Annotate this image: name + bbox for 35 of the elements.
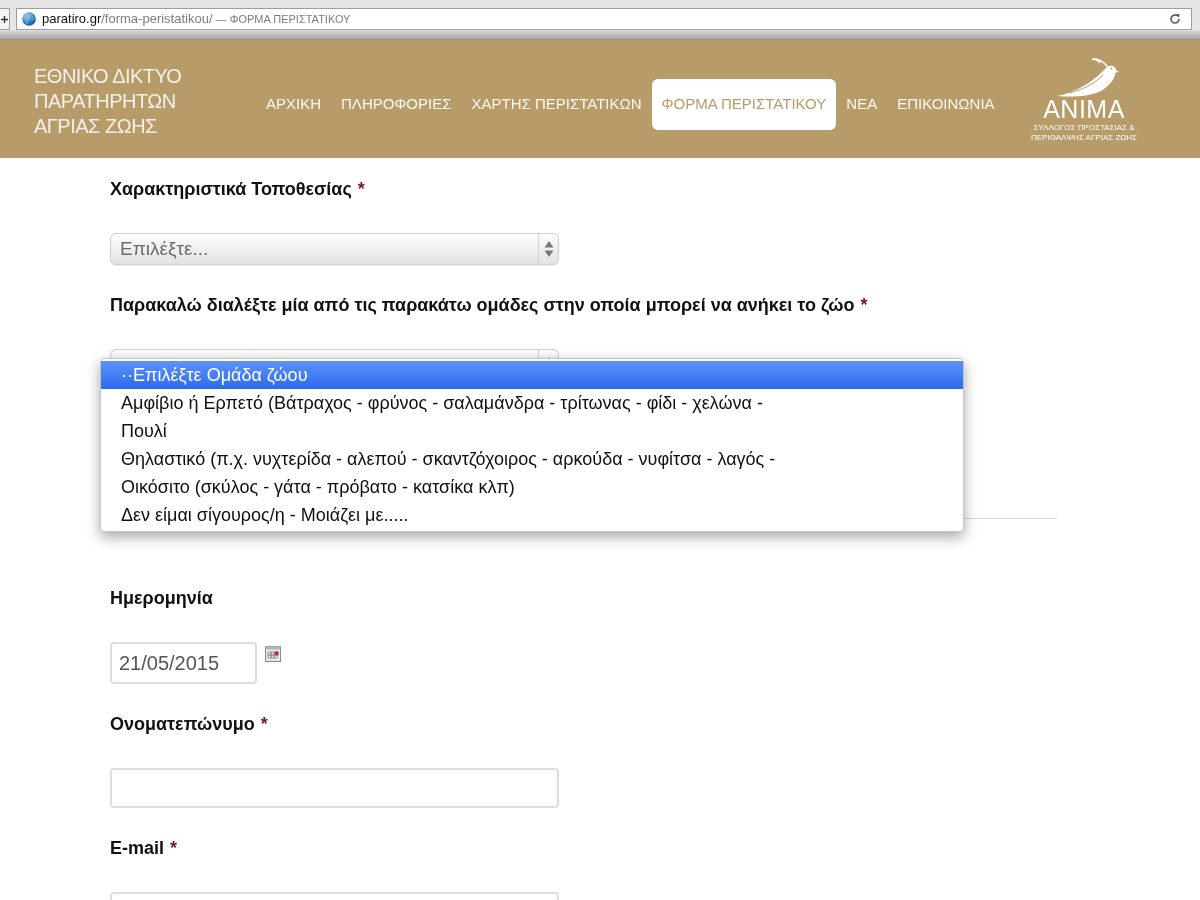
select-field[interactable]: Επιλέξτε... <box>110 233 559 265</box>
required-asterisk: * <box>260 713 268 736</box>
required-asterisk: * <box>170 837 178 860</box>
add-button[interactable] <box>0 8 10 30</box>
nav-link[interactable]: ΑΡΧΙΚΗ <box>256 78 332 130</box>
nav-link[interactable]: ΠΛΗΡΟΦΟΡΙΕΣ <box>331 78 462 130</box>
select-value: Επιλέξτε... <box>120 236 209 261</box>
stepper-arrows-icon <box>543 240 554 258</box>
nav-link[interactable]: ΧΑΡΤΗΣ ΠΕΡΙΣΤΑΤΙΚΩΝ <box>461 78 652 130</box>
required-asterisk: * <box>860 294 868 317</box>
logo-tagline: ΣΥΛΛΟΓΟΣ ΠΡΟΣΤΑΣΙΑΣ & ΠΕΡΙΘΑΛΨΗΣ ΑΓΡΙΑΣ ΖΩΗΣ <box>1031 123 1137 143</box>
dropdown-option[interactable]: Αμφίβιο ή Ερπετό (Βάτραχος - φρύνος - σαλαμάνδρα - τρίτωνας - φίδι - χελώνα - <box>101 389 963 417</box>
dropdown-option[interactable]: Οικόσιτο (σκύλος - γάτα - πρόβατο - κατσίκα κλπ) <box>101 473 963 501</box>
calendar-icon[interactable] <box>265 646 281 662</box>
logo-wordmark: ANIMA <box>1043 98 1125 120</box>
required-asterisk: * <box>357 178 365 201</box>
field-label: Χαρακτηριστικά Τοποθεσίας <box>110 178 352 201</box>
dropdown-option[interactable]: Θηλαστικό (π.χ. νυχτερίδα - αλεπού - σκαντζόχοιρος - αρκούδα - νυφίτσα - λαγός - <box>101 445 963 473</box>
nav-link[interactable]: ΕΠΙΚΟΙΝΩΝΙΑ <box>887 78 1005 130</box>
dropdown-option[interactable]: Δεν είμαι σίγουρος/η - Μοιάζει με..... <box>101 501 963 529</box>
url-text: paratiro.gr/forma-peristatikou/ — ΦΟΡΜΑ ΠΕΡΙΣΤΑΤΙΚΟΥ <box>42 10 351 29</box>
field-label: Ονοματεπώνυμο <box>110 713 255 736</box>
nav-link[interactable]: ΝΕΑ <box>836 78 888 130</box>
date-field[interactable]: 21/05/2015 <box>110 642 257 684</box>
nav-link[interactable]: ΦΟΡΜΑ ΠΕΡΙΣΤΑΤΙΚΟΥ <box>651 78 837 130</box>
globe-icon <box>22 12 36 26</box>
reload-icon[interactable] <box>1169 13 1181 25</box>
dropdown-option[interactable]: Πουλί <box>101 417 963 445</box>
field-label: E-mail <box>110 837 165 860</box>
field-label: Παρακαλώ διαλέξτε μία από τις παρακάτω ομάδες στην οποία μπορεί να ανήκει το ζώο <box>110 294 855 317</box>
address-bar[interactable]: paratiro.gr/forma-peristatikou/ — ΦΟΡΜΑ ΠΕΡΙΣΤΑΤΙΚΟΥ <box>16 8 1192 30</box>
field-label: Ημερομηνία <box>110 587 213 610</box>
dropdown-option[interactable]: ··Επιλέξτε Ομάδα ζώου <box>101 361 963 389</box>
plus-icon <box>1 15 8 23</box>
input-field[interactable] <box>110 768 559 808</box>
